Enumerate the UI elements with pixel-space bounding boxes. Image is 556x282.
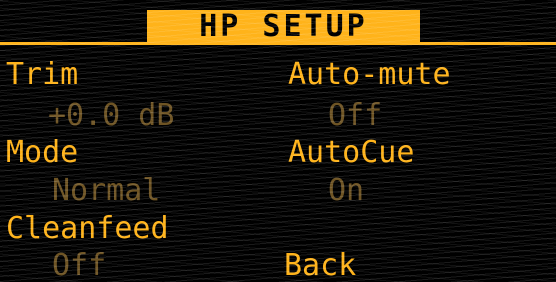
- page-title: HP SETUP: [199, 9, 368, 44]
- cleanfeed-label[interactable]: Cleanfeed: [6, 214, 169, 244]
- trim-value[interactable]: +0.0 dB: [48, 101, 174, 131]
- title-divider: [0, 42, 556, 45]
- title-bar: HP SETUP: [147, 10, 420, 44]
- hp-setup-screen: HP SETUP Trim +0.0 dB Mode Normal Cleanf…: [0, 0, 556, 282]
- trim-label[interactable]: Trim: [6, 60, 78, 90]
- auto-mute-value[interactable]: Off: [328, 101, 382, 131]
- autocue-value[interactable]: On: [328, 176, 364, 206]
- autocue-label[interactable]: AutoCue: [288, 138, 414, 168]
- mode-label[interactable]: Mode: [6, 138, 78, 168]
- mode-value[interactable]: Normal: [52, 176, 160, 206]
- back-button[interactable]: Back: [284, 251, 356, 281]
- auto-mute-label[interactable]: Auto-mute: [288, 60, 451, 90]
- cleanfeed-value[interactable]: Off: [52, 251, 106, 281]
